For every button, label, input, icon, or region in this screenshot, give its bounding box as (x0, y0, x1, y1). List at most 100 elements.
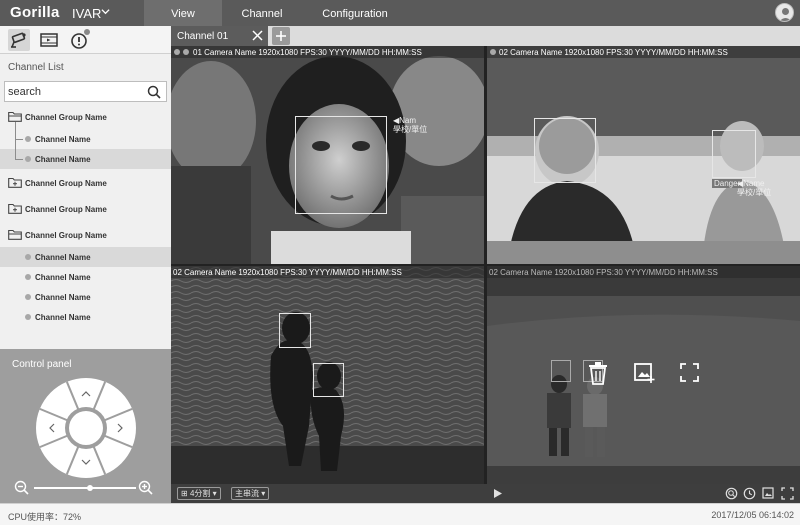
snapshot-icon[interactable] (762, 487, 775, 500)
tab-channel-01[interactable]: Channel 01 (171, 26, 268, 46)
channel-tab-bar: Channel 01 (171, 26, 800, 46)
stream-select[interactable]: 主串流 ▾ (231, 487, 270, 500)
tree-group-label: Channel Group Name (25, 179, 107, 188)
system-datetime: 2017/12/05 06:14:02 (711, 510, 794, 520)
tree-channel-label: Channel Name (35, 273, 91, 282)
chevron-down-icon[interactable] (101, 7, 110, 16)
face-name: ◀Nam (393, 116, 417, 125)
camera-caption-text: 02 Camera Name 1920x1080 FPS:30 YYYY/MM/… (173, 268, 402, 277)
close-icon[interactable] (251, 29, 264, 42)
dropdown-arrow-icon: ▾ (259, 489, 266, 498)
camera-view-1[interactable]: 01 Camera Name 1920x1080 FPS:30 YYYY/MM/… (171, 46, 484, 264)
tree-channel-label: Channel Name (35, 313, 91, 322)
tree-channel[interactable]: Channel Name (0, 129, 171, 149)
search-field[interactable] (4, 81, 167, 102)
snapshot-icon[interactable] (633, 362, 655, 384)
camera-caption: 02 Camera Name 1920x1080 FPS:30 YYYY/MM/… (487, 46, 800, 58)
sidebar: Channel List Channel Group Name Channel N… (0, 26, 171, 349)
channel-status-dot (25, 274, 31, 280)
status-dot (490, 49, 496, 55)
top-bar: Gorilla IVAR View Channel Configuration (0, 0, 800, 26)
zoom-out-icon[interactable] (14, 480, 30, 496)
tree-channel[interactable]: Channel Name (0, 149, 171, 169)
product-selector[interactable]: IVAR (72, 6, 101, 21)
alert-icon[interactable] (68, 29, 90, 51)
channel-status-dot (25, 294, 31, 300)
tree-group-label: Channel Group Name (25, 113, 107, 122)
fullscreen-icon[interactable] (680, 363, 699, 382)
channel-status-dot (25, 314, 31, 320)
face-detection-box[interactable] (551, 360, 571, 382)
channel-status-dot (25, 254, 31, 260)
zoom-in-icon[interactable] (138, 480, 154, 496)
tree-channel-label: Channel Name (35, 253, 91, 262)
tree-channel[interactable]: Channel Name (0, 247, 171, 267)
tree-group[interactable]: Channel Group Name (0, 107, 171, 127)
nav-tab-channel[interactable]: Channel (222, 0, 302, 26)
app-window: Gorilla IVAR View Channel Configuration … (0, 0, 800, 525)
channel-list-title: Channel List (8, 62, 64, 73)
tree-connector (15, 159, 23, 160)
face-school: 學校/單位 (737, 188, 772, 197)
ptz-controller[interactable] (35, 377, 137, 479)
folder-open-icon[interactable] (8, 229, 22, 240)
zoom-slider[interactable] (34, 485, 136, 491)
cpu-usage: CPU使用率：72% (8, 512, 82, 522)
folder-open-icon[interactable] (8, 111, 22, 122)
add-tab-icon[interactable] (272, 27, 290, 45)
nav-tab-configuration[interactable]: Configuration (302, 0, 408, 26)
folder-plus-icon[interactable] (8, 203, 22, 214)
tree-group[interactable]: Channel Group Name (0, 173, 171, 193)
channel-status-dot (25, 136, 31, 142)
playback-icon[interactable] (38, 29, 60, 51)
tree-connector (15, 122, 16, 159)
face-detection-box[interactable] (534, 118, 596, 183)
zoom-in-icon[interactable] (725, 487, 738, 500)
brand-logo: Gorilla (10, 4, 60, 21)
face-detection-box[interactable] (313, 363, 344, 397)
stream-select-label: 主串流 (235, 489, 259, 498)
status-dot (174, 49, 180, 55)
camera-view-4[interactable]: 02 Camera Name 1920x1080 FPS:30 YYYY/MM/… (487, 266, 800, 484)
face-detection-box[interactable] (279, 313, 311, 348)
zoom-control (14, 480, 159, 496)
camera-view-3[interactable]: 02 Camera Name 1920x1080 FPS:30 YYYY/MM/… (171, 266, 484, 484)
tree-channel-label: Channel Name (35, 135, 91, 144)
status-dot (183, 49, 189, 55)
nav-tab-view[interactable]: View (144, 0, 222, 26)
camera-caption: 01 Camera Name 1920x1080 FPS:30 YYYY/MM/… (171, 46, 484, 58)
tree-connector (15, 139, 23, 140)
face-detection-box[interactable] (712, 130, 756, 178)
play-icon[interactable] (491, 487, 504, 500)
folder-plus-icon[interactable] (8, 177, 22, 188)
sidebar-toolbar (0, 26, 171, 54)
layout-select[interactable]: ⊞ 4分割 ▾ (177, 487, 221, 500)
tree-group-label: Channel Group Name (25, 231, 107, 240)
face-school: 學校/單位 (393, 125, 428, 134)
clock-icon[interactable] (743, 487, 756, 500)
trash-icon[interactable] (587, 361, 609, 385)
video-grid: 01 Camera Name 1920x1080 FPS:30 YYYY/MM/… (171, 46, 800, 484)
tree-group[interactable]: Channel Group Name (0, 199, 171, 219)
user-avatar-icon[interactable] (775, 3, 794, 22)
camera-caption-text: 02 Camera Name 1920x1080 FPS:30 YYYY/MM/… (499, 48, 728, 57)
channel-status-dot (25, 156, 31, 162)
zoom-slider-handle[interactable] (87, 485, 94, 491)
control-panel-title: Control panel (12, 359, 72, 370)
face-name-tag: ◀Nam 學校/單位 (393, 116, 427, 134)
camera-icon[interactable] (8, 29, 30, 51)
camera-caption: 02 Camera Name 1920x1080 FPS:30 YYYY/MM/… (487, 266, 800, 278)
face-detection-box[interactable] (295, 116, 387, 214)
tree-channel-label: Channel Name (35, 155, 91, 164)
fullscreen-icon[interactable] (781, 487, 794, 500)
camera-view-2[interactable]: 02 Camera Name 1920x1080 FPS:30 YYYY/MM/… (487, 46, 800, 264)
control-panel: Control panel (0, 349, 171, 503)
layout-select-label: 4分割 (189, 489, 211, 498)
tree-channel[interactable]: Channel Name (0, 307, 171, 327)
search-icon[interactable] (147, 85, 161, 99)
tree-group[interactable]: Channel Group Name (0, 225, 171, 245)
camera-caption-text: 02 Camera Name 1920x1080 FPS:30 YYYY/MM/… (489, 268, 718, 277)
tree-channel[interactable]: Channel Name (0, 267, 171, 287)
tree-channel[interactable]: Channel Name (0, 287, 171, 307)
search-input[interactable] (8, 84, 143, 99)
